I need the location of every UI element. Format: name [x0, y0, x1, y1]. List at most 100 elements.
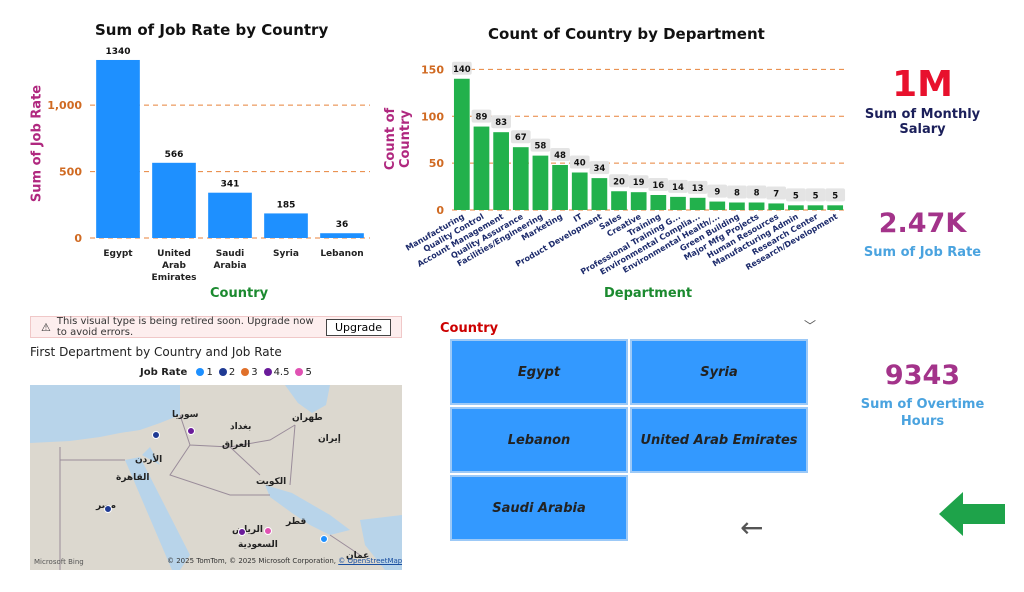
persian-gulf — [265, 485, 350, 535]
bar[interactable] — [320, 233, 364, 238]
data-label: 58 — [535, 142, 547, 152]
bar[interactable] — [591, 178, 608, 210]
overtime-value: 9343 — [884, 360, 961, 391]
attribution-text: © 2025 TomTom, © 2025 Microsoft Corporat… — [167, 557, 337, 565]
retirement-warning-banner: ⚠ This visual type is being retired soon… — [30, 316, 402, 338]
map-place-label: طهران — [292, 413, 323, 423]
data-label: 5 — [793, 191, 799, 201]
bing-logo: Microsoft Bing — [34, 558, 84, 566]
bar[interactable] — [670, 196, 686, 210]
bar[interactable] — [748, 202, 765, 211]
bar[interactable] — [611, 191, 627, 210]
bar[interactable] — [827, 205, 844, 210]
overtime-label-line2: Hours — [900, 414, 945, 429]
x-tick-label: Lebanon — [320, 249, 363, 259]
legend-dot — [196, 368, 205, 376]
slicer-option[interactable]: Lebanon — [450, 407, 628, 473]
overtime-card: 9343 Sum of Overtime Hours — [845, 360, 1000, 429]
map-place-label: سوريا — [172, 410, 199, 420]
monthly-salary-card: 1M Sum of Monthly Salary — [845, 64, 1000, 137]
bar[interactable] — [571, 172, 588, 211]
warning-icon: ⚠ — [41, 320, 51, 334]
y-tick-label: 0 — [436, 204, 444, 217]
x-tick-label: Egypt — [103, 249, 133, 259]
job-rate-bar-chart[interactable]: 0 500 1,000 1340 Egypt 566 United Arab Emirates 3… — [25, 42, 400, 312]
monthly-salary-value: 1M — [892, 64, 953, 105]
bar[interactable] — [473, 126, 490, 210]
slicer-option[interactable]: United Arab Emirates — [630, 407, 808, 473]
bar[interactable] — [264, 213, 308, 238]
map-canvas[interactable]: سوريابغدادالعراقإيرانالأردنالقاهرةمصرالر… — [30, 385, 402, 570]
bar[interactable] — [709, 201, 726, 210]
data-label: 83 — [495, 118, 507, 128]
slicer-option[interactable]: Egypt — [450, 339, 628, 405]
data-label: 9 — [714, 188, 720, 198]
bar[interactable] — [689, 197, 706, 210]
legend-label: 3 — [251, 367, 258, 378]
map-data-point[interactable] — [152, 431, 160, 439]
legend-dot — [295, 368, 304, 376]
department-bar-chart[interactable]: 050100150 140Manufacturing89Quality Contr… — [390, 46, 855, 308]
department-x-axis-title: Department — [604, 286, 693, 301]
map-place-label: العراق — [222, 440, 251, 450]
map-place-label: الرياض — [232, 525, 263, 535]
legend-dot — [263, 368, 272, 376]
map-data-point[interactable] — [320, 535, 328, 543]
legend-dot — [241, 368, 250, 376]
bar[interactable] — [788, 205, 804, 210]
bar[interactable] — [650, 195, 667, 210]
data-label: 140 — [453, 65, 471, 75]
data-label: 5 — [813, 191, 819, 201]
data-label: 34 — [593, 164, 605, 174]
data-label: 16 — [652, 181, 664, 191]
data-label: 89 — [476, 113, 488, 123]
monthly-salary-label: Sum of Monthly Salary — [864, 107, 981, 137]
map-place-label: القاهرة — [116, 473, 150, 483]
map-place-label: السعودية — [238, 540, 278, 550]
bar[interactable] — [729, 202, 745, 211]
map-data-point[interactable] — [104, 505, 112, 513]
bar[interactable] — [532, 155, 549, 210]
back-arrow-icon[interactable]: ← — [740, 514, 763, 542]
map-legend: Job Rate 1 2 3 4.5 5 — [140, 367, 312, 378]
legend-label: 5 — [305, 367, 312, 378]
data-label: 36 — [336, 220, 349, 230]
bar[interactable] — [453, 78, 470, 210]
bar[interactable] — [152, 162, 196, 238]
data-label: 7 — [773, 189, 779, 199]
data-label: 14 — [672, 183, 684, 193]
y-tick-label: 150 — [421, 63, 444, 76]
bar[interactable] — [768, 203, 785, 210]
job-rate-x-axis-title: Country — [210, 286, 269, 301]
bar[interactable] — [630, 192, 647, 210]
map-title: First Department by Country and Job Rate — [30, 345, 282, 359]
map-data-point[interactable] — [238, 528, 246, 536]
green-arrow-button[interactable] — [937, 490, 1007, 538]
legend-label: 4.5 — [273, 367, 290, 378]
map-place-label: الكويت — [256, 477, 287, 487]
data-label: 40 — [574, 159, 586, 169]
upgrade-button[interactable]: Upgrade — [325, 318, 391, 336]
x-tick-label: Arab — [162, 261, 186, 271]
bar[interactable] — [96, 59, 140, 238]
bar[interactable] — [512, 147, 529, 210]
chevron-down-icon[interactable]: ﹀ — [804, 317, 816, 334]
data-label: 20 — [613, 177, 625, 187]
slicer-option[interactable]: Saudi Arabia — [450, 475, 628, 541]
y-tick-label: 0 — [74, 232, 82, 245]
bar[interactable] — [807, 205, 824, 210]
map-data-point[interactable] — [187, 427, 195, 435]
osm-link[interactable]: © OpenStreetMap — [338, 557, 402, 565]
data-label: 8 — [754, 189, 760, 199]
data-label: 8 — [734, 189, 740, 199]
slicer-option[interactable]: Syria — [630, 339, 808, 405]
legend-dot — [218, 368, 227, 376]
bar[interactable] — [552, 165, 568, 210]
map-data-point[interactable] — [264, 527, 272, 535]
country-borders — [59, 414, 361, 570]
green-left-arrow-icon — [939, 492, 1005, 536]
bar[interactable] — [493, 132, 509, 210]
bar[interactable] — [208, 192, 252, 238]
x-tick-label: Saudi — [216, 249, 245, 259]
data-label: 13 — [692, 184, 704, 194]
